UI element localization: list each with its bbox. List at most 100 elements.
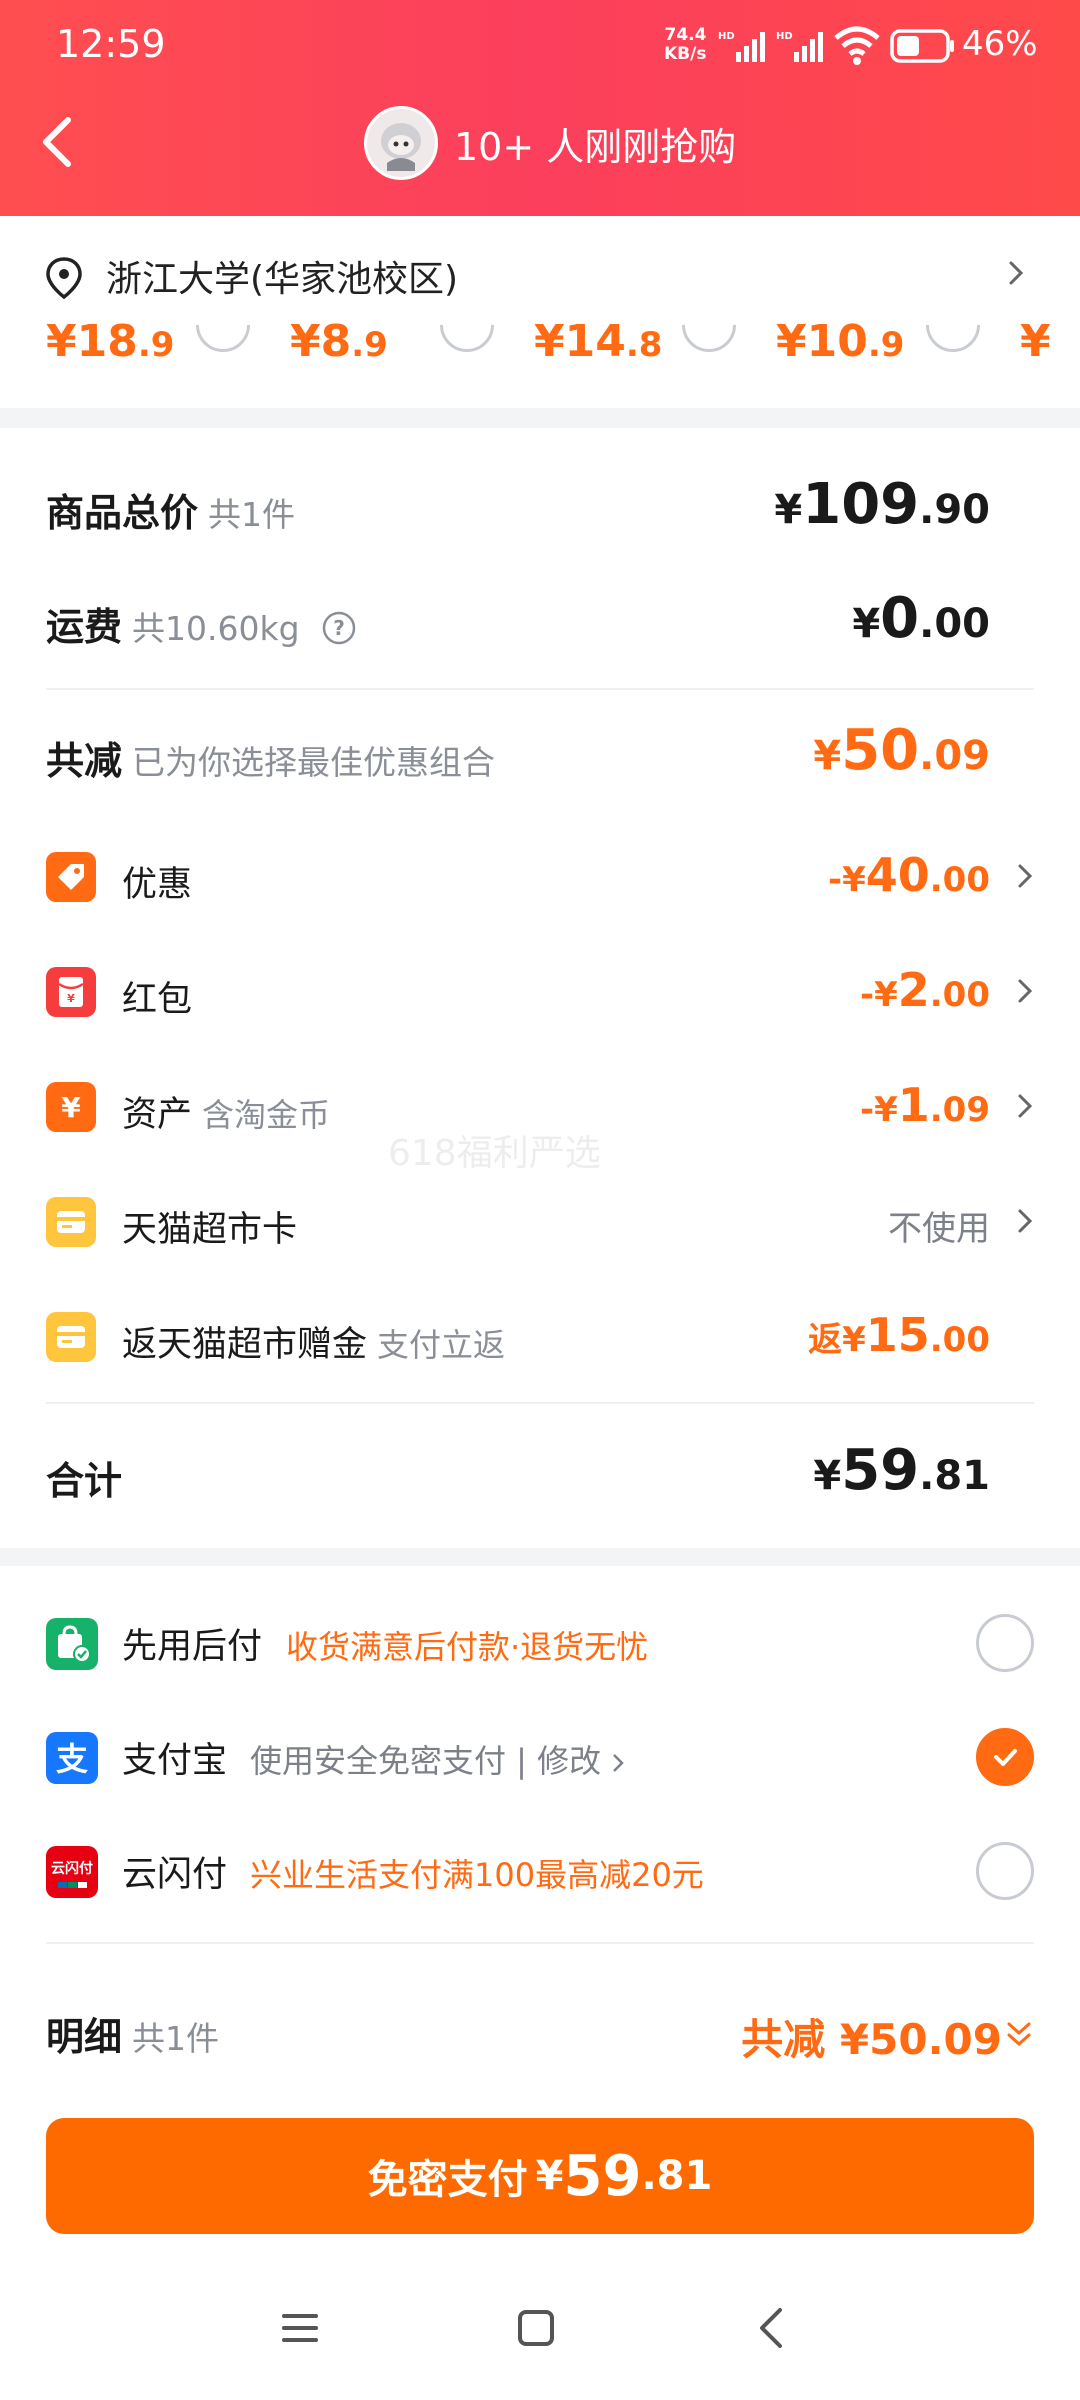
help-question-icon[interactable]: ?: [321, 610, 357, 646]
alipay-icon: 支: [46, 1732, 98, 1784]
cashback-label: 返天猫超市赠金 支付立返: [122, 1325, 506, 1365]
coupon-tag-icon: [46, 852, 96, 902]
alipay-radio-selected[interactable]: [976, 1728, 1034, 1786]
recommend-price-strip: ¥18.9 ¥8.9 ¥14.8 ¥10.9 ¥: [46, 316, 1080, 386]
unionpay-radio[interactable]: [976, 1842, 1034, 1900]
wifi-icon: [834, 26, 880, 65]
pay-button[interactable]: 免密支付 ¥59.81: [46, 2118, 1034, 2234]
red-envelope-row[interactable]: ¥ 红包 -¥2.00: [46, 963, 1034, 1023]
chevron-right-icon: [1018, 1209, 1033, 1233]
signal-icon-2: HD: [776, 31, 823, 62]
recommend-thumb-placeholder: [926, 325, 980, 352]
back-nav-icon[interactable]: [756, 2306, 786, 2350]
pay-later-bag-icon: [46, 1618, 98, 1670]
double-chevron-down-icon[interactable]: [1004, 2018, 1034, 2052]
shipping-amount: ¥0.00: [852, 586, 990, 651]
detail-label: 明细 共1件: [46, 2015, 220, 2059]
recommend-price[interactable]: ¥10.9: [776, 316, 904, 367]
goods-total-row: 商品总价 共1件 ¥109.90: [46, 472, 1034, 542]
battery-percent: 46%: [962, 24, 1038, 64]
shipping-weight: 共10.60kg: [132, 609, 300, 648]
alipay-name: 支付宝: [122, 1741, 228, 1781]
discount-row: 共减 已为你选择最佳优惠组合 ¥50.09: [46, 718, 1034, 788]
recommend-price[interactable]: ¥18.9: [46, 316, 174, 367]
tmall-card-row[interactable]: 天猫超市卡 不使用: [46, 1193, 1034, 1253]
recommend-price[interactable]: ¥: [1020, 316, 1051, 367]
recommend-price[interactable]: ¥8.9: [290, 316, 388, 367]
network-speed: 74.4 KB/s: [664, 26, 706, 64]
discount-amount: ¥50.09: [813, 718, 990, 783]
goods-count: 共1件: [208, 495, 296, 534]
coupon-row[interactable]: 优惠 -¥40.00: [46, 848, 1034, 908]
quickpass-icon: 云闪付: [46, 1846, 98, 1898]
pay-later-radio[interactable]: [976, 1614, 1034, 1672]
recommend-price[interactable]: ¥14.8: [534, 316, 662, 367]
total-label: 合计: [46, 1459, 123, 1503]
cashback-amount: 返¥15.00: [808, 1308, 990, 1362]
home-icon[interactable]: [516, 2308, 556, 2348]
recommend-thumb-placeholder: [196, 325, 250, 352]
payment-card: 先用后付 收货满意后付款·退货无忧 支 支付宝 使用安全免密支付 | 修改 云闪…: [0, 1566, 1080, 2400]
address-card[interactable]: 浙江大学(华家池校区) ¥18.9 ¥8.9 ¥14.8 ¥10.9 ¥: [0, 216, 1080, 408]
alipay-option[interactable]: 支 支付宝 使用安全免密支付 | 修改: [46, 1728, 1034, 1788]
pay-later-option[interactable]: 先用后付 收货满意后付款·退货无忧: [46, 1614, 1034, 1674]
menu-icon[interactable]: [280, 2310, 320, 2346]
shipping-row: 运费 共10.60kg ? ¥0.00: [46, 586, 1034, 656]
pay-button-label: 免密支付: [367, 2157, 528, 2203]
tmall-card-value: 不使用: [888, 1209, 990, 1249]
checkmark-icon: [994, 1749, 1017, 1766]
chevron-right-icon: [613, 1754, 625, 1772]
divider: [46, 1942, 1034, 1944]
cashback-row: 返天猫超市赠金 支付立返 返¥15.00: [46, 1308, 1034, 1368]
svg-text:?: ?: [333, 616, 345, 640]
svg-text:云闪付: 云闪付: [51, 1860, 93, 1877]
discount-label: 共减 已为你选择最佳优惠组合: [46, 739, 496, 783]
assets-hint: 含淘金币: [202, 1096, 331, 1134]
avatar: [364, 106, 438, 180]
svg-text:¥: ¥: [67, 992, 75, 1005]
app-header: 12:59 74.4 KB/s HD HD 46% 10+ 人刚刚抢购: [0, 0, 1080, 216]
assets-label: 资产 含淘金币: [122, 1095, 331, 1135]
hd-label-2: HD: [776, 31, 793, 42]
divider: [46, 1402, 1034, 1404]
alipay-desc[interactable]: 使用安全免密支付 | 修改: [250, 1736, 625, 1782]
watermark: 618福利严选: [388, 1133, 601, 1174]
system-nav-bar: [0, 2276, 1080, 2400]
svg-text:¥: ¥: [61, 1091, 81, 1124]
signal-icon: HD: [718, 31, 765, 62]
goods-total-label: 商品总价 共1件: [46, 491, 296, 535]
status-time: 12:59: [56, 22, 166, 66]
order-summary-card: 商品总价 共1件 ¥109.90 运费 共10.60kg ? ¥0.00 共减 已为你…: [0, 428, 1080, 1548]
coupon-label: 优惠: [122, 865, 193, 905]
pay-later-desc: 收货满意后付款·退货无忧: [286, 1628, 649, 1666]
recommend-thumb-placeholder: [440, 325, 494, 352]
total-amount: ¥59.81: [813, 1438, 990, 1503]
card-icon: [46, 1312, 96, 1362]
red-envelope-icon: ¥: [46, 967, 96, 1017]
hd-label: HD: [718, 31, 735, 42]
location-pin-icon: [46, 257, 82, 300]
mascot-avatar-icon: [381, 123, 421, 171]
chevron-right-icon: [1018, 864, 1033, 888]
coupon-amount: -¥40.00: [827, 848, 990, 902]
detail-row[interactable]: 明细 共1件 共减 ¥50.09: [46, 2006, 1034, 2066]
detail-count: 共1件: [132, 2019, 220, 2058]
back-arrow-icon[interactable]: [38, 112, 78, 172]
chevron-right-icon[interactable]: [1006, 258, 1026, 288]
chevron-right-icon: [1018, 1094, 1033, 1118]
unionpay-desc: 兴业生活支付满100最高减20元: [250, 1856, 704, 1894]
goods-total-amount: ¥109.90: [774, 472, 990, 537]
shipping-label: 运费 共10.60kg ?: [46, 596, 357, 651]
discount-hint: 已为你选择最佳优惠组合: [132, 743, 496, 782]
status-bar: 12:59 74.4 KB/s HD HD 46%: [0, 0, 1080, 96]
address-text: 浙江大学(华家池校区): [106, 259, 459, 300]
assets-amount: -¥1.09: [859, 1078, 990, 1132]
detail-discount: 共减 ¥50.09: [741, 2015, 1002, 2064]
yuan-coin-icon: ¥: [46, 1082, 96, 1132]
svg-text:支: 支: [56, 1740, 88, 1778]
total-row: 合计 ¥59.81: [46, 1438, 1034, 1512]
header-title: 10+ 人刚刚抢购: [454, 124, 737, 169]
unionpay-option[interactable]: 云闪付 云闪付 兴业生活支付满100最高减20元: [46, 1842, 1034, 1902]
tmall-card-label: 天猫超市卡: [122, 1210, 298, 1250]
chevron-right-icon: [1018, 979, 1033, 1003]
